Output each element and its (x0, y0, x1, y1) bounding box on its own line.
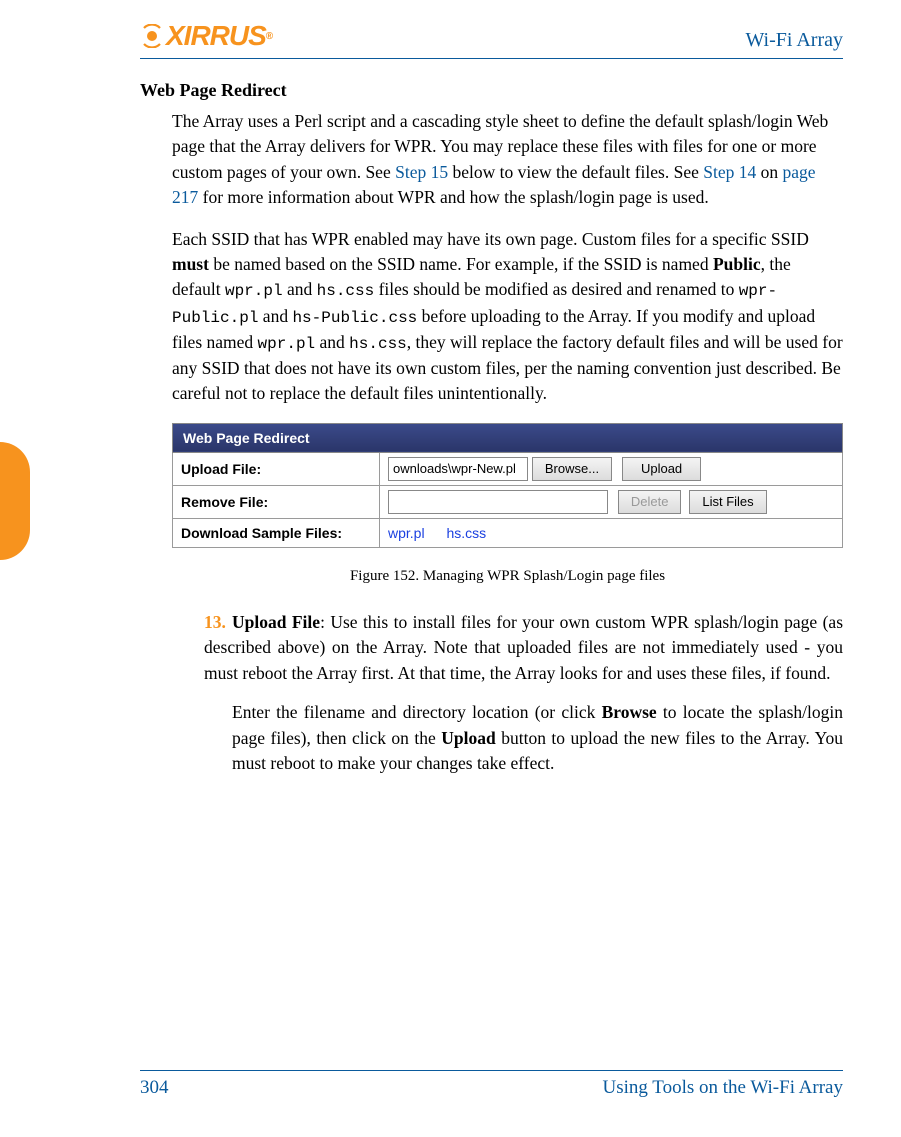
link-step14[interactable]: Step 14 (703, 162, 756, 182)
logo-text: XIRRUS (166, 20, 266, 52)
figure-caption: Figure 152. Managing WPR Splash/Login pa… (172, 566, 843, 588)
delete-button[interactable]: Delete (618, 490, 682, 514)
item-13-title: Upload File (232, 612, 320, 632)
logo-registered: ® (266, 31, 272, 42)
upload-button[interactable]: Upload (622, 457, 701, 481)
download-sample-label: Download Sample Files: (173, 518, 380, 547)
remove-file-label: Remove File: (173, 485, 380, 518)
wpr-table: Web Page Redirect Upload File: Browse...… (172, 423, 843, 549)
remove-file-cell: Delete List Files (380, 485, 843, 518)
browse-button[interactable]: Browse... (532, 457, 612, 481)
item-13-marker: 13. (204, 610, 232, 635)
link-step15[interactable]: Step 15 (395, 162, 448, 182)
upload-file-input[interactable] (388, 457, 528, 481)
upload-file-cell: Browse... Upload (380, 452, 843, 485)
download-sample-cell: wpr.pl hs.css (380, 518, 843, 547)
list-item-13: 13.Upload File: Use this to install file… (172, 610, 843, 776)
brand-logo: XIRRUS® (140, 20, 272, 52)
document-title: Wi-Fi Array (745, 29, 843, 52)
page-footer: 304 Using Tools on the Wi-Fi Array (140, 1070, 843, 1099)
page-number: 304 (140, 1077, 169, 1099)
remove-file-input[interactable] (388, 490, 608, 514)
paragraph-1: The Array uses a Perl script and a casca… (172, 109, 843, 211)
item-13-para2: Enter the filename and directory locatio… (232, 700, 843, 776)
wpr-table-header: Web Page Redirect (173, 423, 843, 452)
upload-file-label: Upload File: (173, 452, 380, 485)
page-header: XIRRUS® Wi-Fi Array (140, 20, 843, 59)
download-wpr-link[interactable]: wpr.pl (388, 525, 425, 541)
download-hs-link[interactable]: hs.css (446, 525, 486, 541)
logo-icon (140, 24, 164, 48)
section-heading: Web Page Redirect (140, 77, 843, 103)
side-thumb-tab (0, 442, 30, 560)
chapter-title: Using Tools on the Wi-Fi Array (602, 1077, 843, 1099)
figure-152: Web Page Redirect Upload File: Browse...… (172, 423, 843, 588)
paragraph-2: Each SSID that has WPR enabled may have … (172, 227, 843, 407)
list-files-button[interactable]: List Files (689, 490, 766, 514)
